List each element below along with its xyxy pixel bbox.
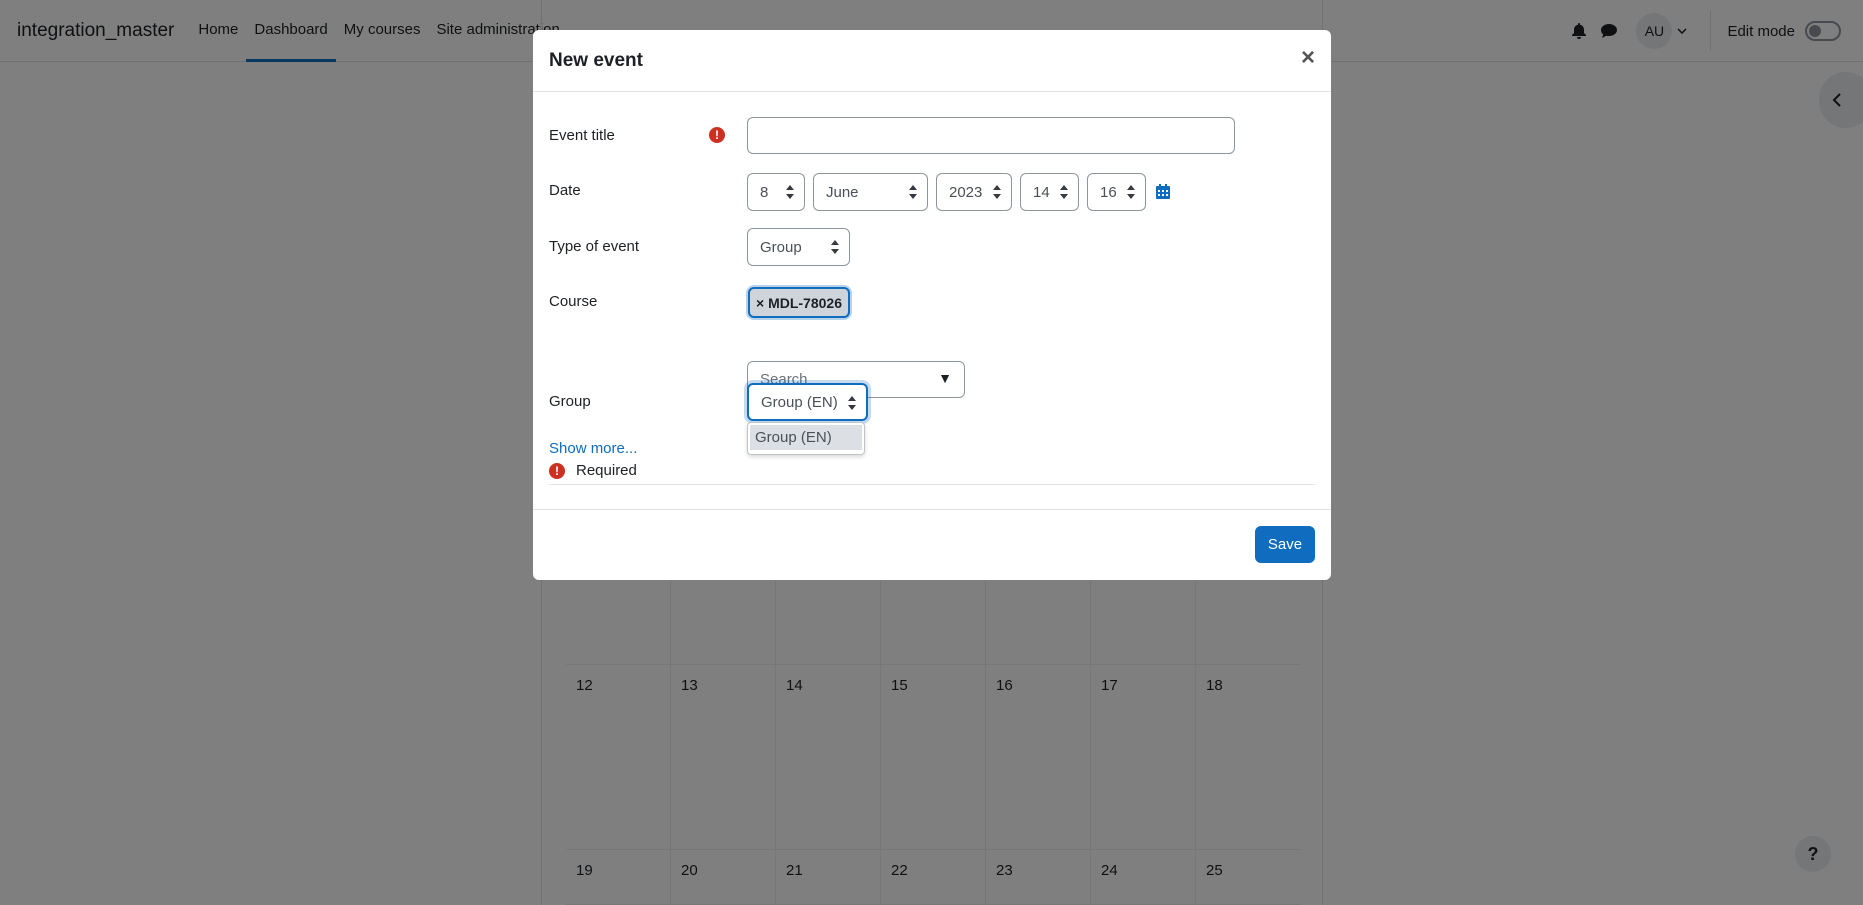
event-type-value: Group [760, 238, 802, 256]
day-value: 8 [760, 183, 769, 201]
course-row: Course × MDL-78026 Search ▼ [549, 284, 1315, 398]
select-arrows-icon [786, 184, 794, 200]
form-divider [549, 484, 1315, 485]
group-row: Group Group (EN) Group (EN) [549, 383, 1315, 455]
group-label: Group [549, 393, 591, 410]
show-more-link[interactable]: Show more... [549, 440, 637, 457]
minute-select[interactable]: 16 [1087, 173, 1146, 211]
group-select[interactable]: Group (EN) [747, 383, 868, 421]
event-type-label: Type of event [549, 238, 640, 255]
save-button[interactable]: Save [1255, 526, 1315, 563]
group-value: Group (EN) [761, 393, 838, 411]
calendar-icon[interactable] [1155, 184, 1171, 200]
day-select[interactable]: 8 [747, 173, 805, 211]
modal-title: New event [549, 49, 643, 71]
group-option[interactable]: Group (EN) [750, 425, 862, 450]
course-label: Course [549, 293, 598, 310]
month-value: June [826, 183, 859, 201]
select-arrows-icon [831, 239, 839, 255]
group-options-list: Group (EN) [747, 422, 865, 455]
select-arrows-icon [993, 184, 1001, 200]
required-icon: ! [709, 127, 725, 143]
hour-select[interactable]: 14 [1020, 173, 1079, 211]
date-row: Date 8 June 2023 14 16 [549, 173, 1315, 211]
required-note: Required [576, 462, 637, 479]
select-arrows-icon [1127, 184, 1135, 200]
close-icon[interactable]: × [1301, 44, 1315, 72]
event-title-label: Event title [549, 127, 615, 144]
event-title-row: Event title ! [549, 117, 1315, 155]
month-select[interactable]: June [813, 173, 928, 211]
select-arrows-icon [909, 184, 917, 200]
event-type-select[interactable]: Group [747, 228, 850, 266]
event-type-row: Type of event Group [549, 228, 1315, 266]
year-value: 2023 [949, 183, 983, 201]
new-event-modal: New event × Event title ! Date 8 June 20… [533, 30, 1331, 580]
year-select[interactable]: 2023 [936, 173, 1012, 211]
modal-header: New event × [533, 30, 1331, 92]
required-icon: ! [549, 463, 565, 479]
select-arrows-icon [1060, 184, 1068, 200]
modal-footer: Save [533, 509, 1331, 580]
course-chip-mdl-78026[interactable]: × MDL-78026 [748, 287, 850, 318]
select-arrows-icon [848, 395, 856, 411]
event-title-input[interactable] [747, 117, 1235, 154]
minute-value: 16 [1100, 183, 1117, 201]
hour-value: 14 [1033, 183, 1050, 201]
date-label: Date [549, 182, 581, 199]
